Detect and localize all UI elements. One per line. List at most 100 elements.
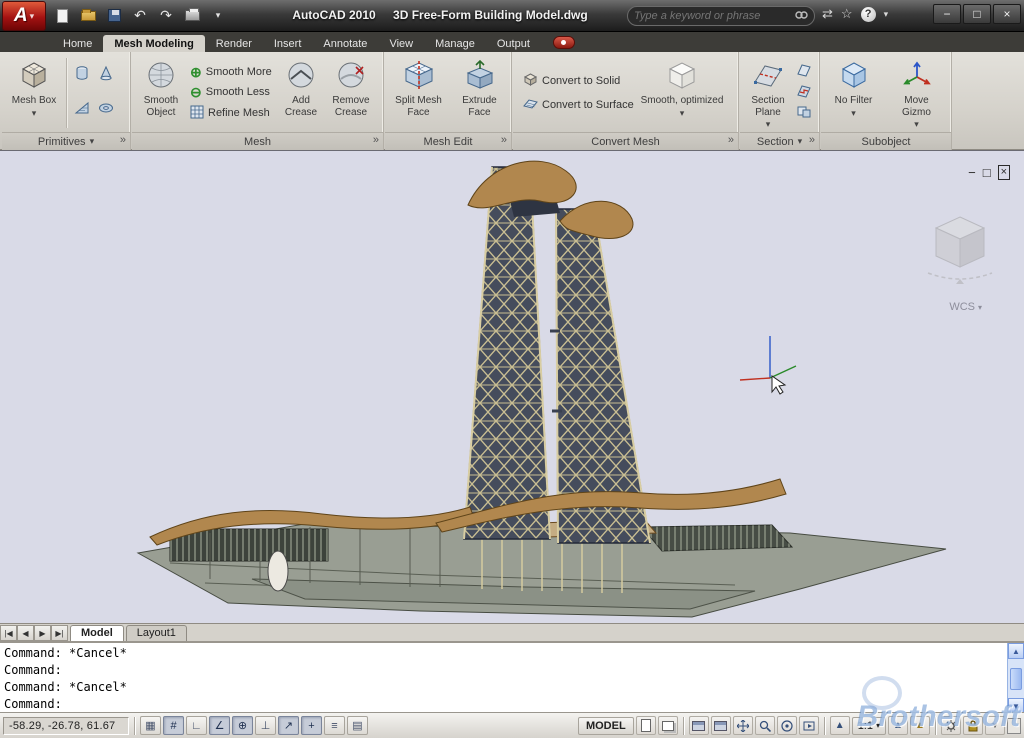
tab-insert[interactable]: Insert bbox=[263, 35, 313, 52]
minimize-button[interactable]: − bbox=[933, 4, 961, 24]
mesh-torus-button[interactable] bbox=[97, 99, 115, 122]
save-button[interactable] bbox=[104, 6, 124, 25]
help-dropdown-icon[interactable]: ▾ bbox=[884, 9, 889, 20]
plot-button[interactable] bbox=[182, 6, 202, 25]
annotation-visibility-button[interactable]: ▲ bbox=[888, 716, 908, 735]
wcs-menu[interactable]: WCS ▾ bbox=[949, 301, 982, 313]
smooth-object-button[interactable]: Smooth Object bbox=[135, 54, 187, 132]
undo-button[interactable]: ↶ bbox=[130, 6, 150, 25]
quick-view-drawings-button[interactable] bbox=[711, 716, 731, 735]
generate-section-button[interactable] bbox=[796, 105, 812, 124]
scrollbar-thumb[interactable] bbox=[1010, 668, 1022, 690]
last-layout-button[interactable]: ▶| bbox=[51, 625, 68, 641]
panel-caption-subobject[interactable]: Subobject bbox=[821, 132, 951, 150]
panel-caption-primitives[interactable]: Primitives ▾ » bbox=[2, 132, 130, 150]
layout-tabs-button[interactable] bbox=[658, 716, 678, 735]
command-scrollbar[interactable]: ▲ ▼ bbox=[1007, 643, 1024, 714]
convert-to-surface-button[interactable]: Convert to Surface bbox=[520, 95, 632, 115]
viewport-minimize-icon[interactable]: − bbox=[968, 165, 976, 180]
exchange-icon[interactable]: ⇄ bbox=[822, 6, 833, 22]
help-icon[interactable]: ? bbox=[861, 7, 876, 22]
refine-mesh-button[interactable]: Refine Mesh bbox=[187, 104, 277, 123]
status-menu-icon[interactable]: ▼ bbox=[985, 716, 1005, 735]
zoom-button[interactable] bbox=[755, 716, 775, 735]
tab-mesh-modeling[interactable]: Mesh Modeling bbox=[103, 35, 204, 52]
open-file-button[interactable] bbox=[78, 6, 98, 25]
command-window[interactable]: Command: *Cancel* Command: Command: *Can… bbox=[0, 641, 1024, 712]
qat-dropdown-button[interactable]: ▾ bbox=[208, 6, 228, 25]
section-plane-button[interactable]: Section Plane ▾ bbox=[743, 54, 793, 132]
live-section-button[interactable] bbox=[796, 63, 812, 82]
remove-crease-button[interactable]: Remove Crease bbox=[325, 54, 377, 132]
new-file-button[interactable] bbox=[52, 6, 72, 25]
add-jog-button[interactable] bbox=[796, 84, 812, 103]
annotation-scale-icon[interactable]: ▲ bbox=[830, 716, 850, 735]
mesh-box-button[interactable]: Mesh Box ▾ bbox=[5, 54, 63, 132]
otrack-toggle-button[interactable]: ⊥ bbox=[255, 716, 276, 735]
tab-annotate[interactable]: Annotate bbox=[312, 35, 378, 52]
tab-manage[interactable]: Manage bbox=[424, 35, 486, 52]
panel-caption-mesh-edit[interactable]: Mesh Edit » bbox=[385, 132, 511, 150]
ducs-toggle-button[interactable]: ↗ bbox=[278, 716, 299, 735]
panel-expand-icon[interactable]: » bbox=[120, 134, 126, 146]
lwt-toggle-button[interactable]: ≡ bbox=[324, 716, 345, 735]
viewport-restore-icon[interactable]: □ bbox=[983, 165, 991, 180]
smooth-optimized-button[interactable]: Smooth, optimized ▾ bbox=[632, 54, 732, 132]
maximize-button[interactable]: □ bbox=[963, 4, 991, 24]
coordinate-readout[interactable]: -58.29, -26.78, 61.67 bbox=[3, 717, 129, 735]
viewcube[interactable] bbox=[924, 209, 996, 292]
annotation-scale-button[interactable]: 1:1 ▾ bbox=[852, 717, 886, 735]
command-prompt[interactable]: Command: bbox=[4, 696, 1004, 713]
grid-toggle-button[interactable]: # bbox=[163, 716, 184, 735]
workspace-switching-button[interactable] bbox=[941, 716, 961, 735]
scroll-up-icon[interactable]: ▲ bbox=[1008, 643, 1024, 659]
close-button[interactable]: × bbox=[993, 4, 1021, 24]
ortho-toggle-button[interactable]: ∟ bbox=[186, 716, 207, 735]
model-space-button[interactable]: MODEL bbox=[578, 717, 634, 735]
tab-home[interactable]: Home bbox=[52, 35, 103, 52]
panel-caption-convert-mesh[interactable]: Convert Mesh » bbox=[513, 132, 738, 150]
layout-button[interactable] bbox=[636, 716, 656, 735]
search-binoculars-icon[interactable] bbox=[794, 9, 808, 23]
qp-toggle-button[interactable]: ▤ bbox=[347, 716, 368, 735]
ribbon-options-button[interactable] bbox=[553, 36, 575, 49]
tab-output[interactable]: Output bbox=[486, 35, 541, 52]
autoscale-button[interactable]: ▲ bbox=[910, 716, 930, 735]
extrude-face-button[interactable]: Extrude Face bbox=[452, 54, 508, 132]
add-crease-button[interactable]: Add Crease bbox=[277, 54, 325, 132]
tab-render[interactable]: Render bbox=[205, 35, 263, 52]
app-menu-button[interactable]: A ▾ bbox=[2, 1, 46, 31]
smooth-more-button[interactable]: ⊕ Smooth More bbox=[187, 64, 277, 80]
pan-button[interactable] bbox=[733, 716, 753, 735]
split-mesh-face-button[interactable]: Split Mesh Face bbox=[390, 54, 448, 132]
snap-toggle-button[interactable]: ▦ bbox=[140, 716, 161, 735]
drawing-viewport[interactable]: − □ × WCS ▾ bbox=[0, 150, 1024, 623]
move-gizmo-button[interactable]: Move Gizmo ▾ bbox=[888, 54, 946, 132]
convert-to-solid-button[interactable]: Convert to Solid bbox=[520, 71, 632, 91]
no-filter-button[interactable]: No Filter ▾ bbox=[828, 54, 880, 132]
tab-layout1[interactable]: Layout1 bbox=[126, 625, 187, 641]
quick-view-layouts-button[interactable] bbox=[689, 716, 709, 735]
first-layout-button[interactable]: |◀ bbox=[0, 625, 17, 641]
panel-expand-icon[interactable]: » bbox=[728, 134, 734, 146]
osnap-toggle-button[interactable]: ⊕ bbox=[232, 716, 253, 735]
panel-expand-icon[interactable]: » bbox=[809, 134, 815, 146]
panel-dropdown-icon[interactable]: ▾ bbox=[90, 136, 95, 147]
panel-dropdown-icon[interactable]: ▾ bbox=[798, 136, 803, 147]
next-layout-button[interactable]: ▶ bbox=[34, 625, 51, 641]
toolbar-lock-button[interactable] bbox=[963, 716, 983, 735]
panel-expand-icon[interactable]: » bbox=[373, 134, 379, 146]
panel-caption-section[interactable]: Section ▾ » bbox=[740, 132, 819, 150]
viewport-close-icon[interactable]: × bbox=[998, 165, 1010, 180]
redo-button[interactable]: ↷ bbox=[156, 6, 176, 25]
smooth-less-button[interactable]: ⊖ Smooth Less bbox=[187, 84, 277, 100]
panel-expand-icon[interactable]: » bbox=[501, 134, 507, 146]
dyn-toggle-button[interactable]: + bbox=[301, 716, 322, 735]
panel-caption-mesh[interactable]: Mesh » bbox=[132, 132, 383, 150]
polar-toggle-button[interactable]: ∠ bbox=[209, 716, 230, 735]
tab-model[interactable]: Model bbox=[70, 625, 124, 641]
tab-view[interactable]: View bbox=[378, 35, 424, 52]
prev-layout-button[interactable]: ◀ bbox=[17, 625, 34, 641]
showmotion-button[interactable] bbox=[799, 716, 819, 735]
search-input[interactable] bbox=[634, 10, 794, 22]
